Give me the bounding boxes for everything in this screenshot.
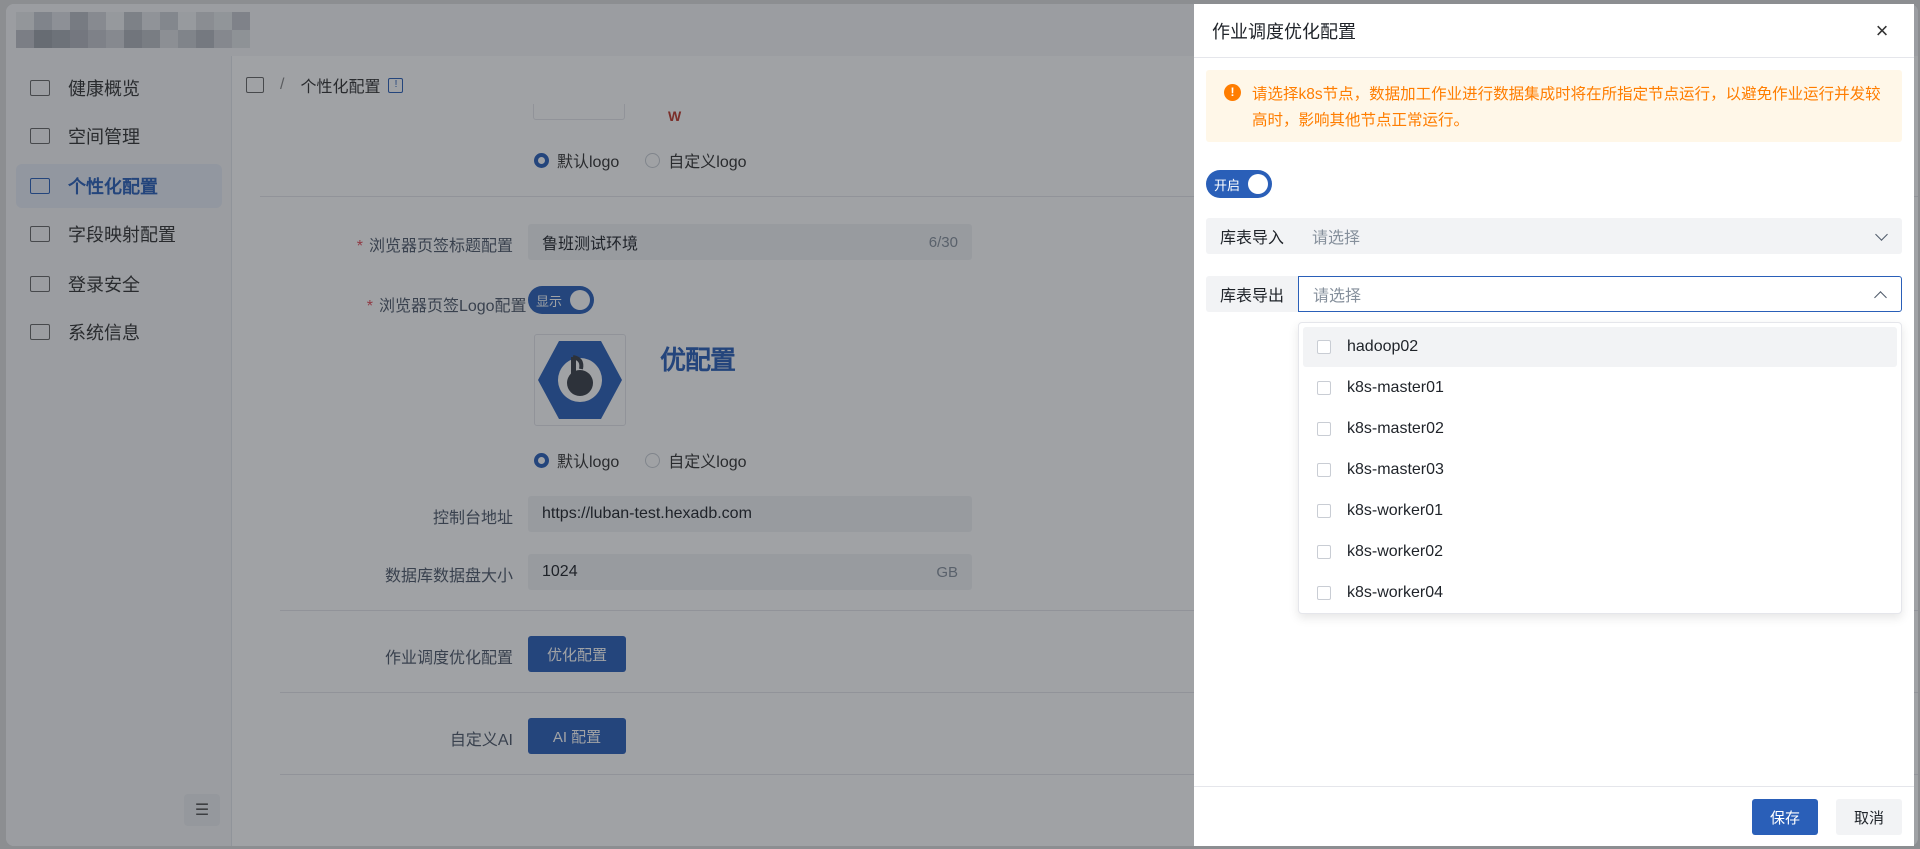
checkbox[interactable] bbox=[1317, 463, 1331, 477]
cancel-button[interactable]: 取消 bbox=[1836, 799, 1902, 835]
enable-switch[interactable]: 开启 bbox=[1206, 170, 1272, 198]
import-select-row: 库表导入 请选择 bbox=[1206, 218, 1902, 254]
dropdown-option[interactable]: k8s-worker01 bbox=[1303, 491, 1897, 531]
chevron-down-icon bbox=[1875, 228, 1888, 241]
save-button[interactable]: 保存 bbox=[1752, 799, 1818, 835]
dropdown-option[interactable]: k8s-worker04 bbox=[1303, 573, 1897, 613]
dropdown-option[interactable]: k8s-master02 bbox=[1303, 409, 1897, 449]
dropdown-option[interactable]: k8s-master01 bbox=[1303, 368, 1897, 408]
drawer-title: 作业调度优化配置 bbox=[1212, 21, 1356, 42]
checkbox[interactable] bbox=[1317, 340, 1331, 354]
import-label: 库表导入 bbox=[1206, 218, 1298, 254]
dropdown-option[interactable]: k8s-master03 bbox=[1303, 450, 1897, 490]
exclamation-icon: ! bbox=[1224, 84, 1241, 101]
checkbox[interactable] bbox=[1317, 381, 1331, 395]
schedule-config-drawer: 作业调度优化配置 × ! 请选择k8s节点，数据加工作业进行数据集成时将在所指定… bbox=[1194, 4, 1914, 846]
export-label: 库表导出 bbox=[1206, 276, 1298, 312]
import-placeholder: 请选择 bbox=[1312, 230, 1361, 247]
dropdown-option[interactable]: k8s-worker02 bbox=[1303, 532, 1897, 572]
warning-alert: ! 请选择k8s节点，数据加工作业进行数据集成时将在所指定节点运行，以避免作业运… bbox=[1206, 70, 1902, 142]
alert-text: 请选择k8s节点，数据加工作业进行数据集成时将在所指定节点运行，以避免作业运行并… bbox=[1252, 86, 1881, 129]
checkbox[interactable] bbox=[1317, 504, 1331, 518]
switch-knob bbox=[1248, 174, 1268, 194]
chevron-up-icon bbox=[1874, 291, 1887, 304]
drawer-footer: 保存 取消 bbox=[1194, 786, 1914, 846]
import-select[interactable]: 请选择 bbox=[1298, 218, 1902, 254]
dropdown-option[interactable]: hadoop02 bbox=[1303, 327, 1897, 367]
export-dropdown: hadoop02 k8s-master01 k8s-master02 k8s-m… bbox=[1298, 322, 1902, 614]
checkbox[interactable] bbox=[1317, 422, 1331, 436]
export-placeholder: 请选择 bbox=[1313, 288, 1362, 305]
close-icon[interactable]: × bbox=[1870, 19, 1894, 43]
export-select-row: 库表导出 请选择 bbox=[1206, 276, 1902, 312]
export-select[interactable]: 请选择 bbox=[1298, 276, 1902, 312]
checkbox[interactable] bbox=[1317, 586, 1331, 600]
checkbox[interactable] bbox=[1317, 545, 1331, 559]
drawer-header: 作业调度优化配置 × bbox=[1194, 4, 1914, 58]
